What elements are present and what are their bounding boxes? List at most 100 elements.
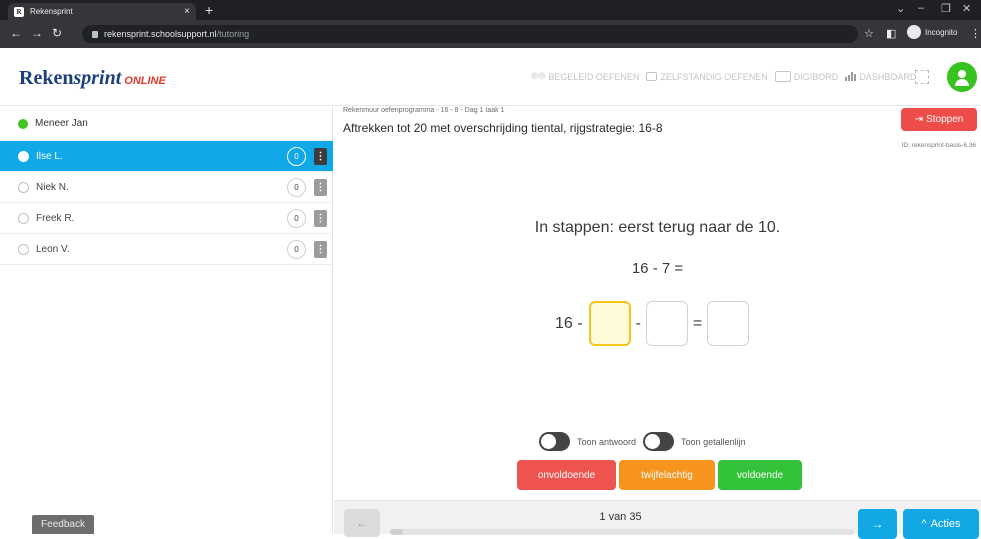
forward-icon[interactable]: → (31, 26, 43, 40)
student-name: Freek R. (36, 212, 75, 224)
progress-fill (390, 529, 404, 535)
laptop-icon (646, 72, 658, 81)
bookmark-star-icon[interactable]: ☆ (864, 27, 874, 40)
student-row-ilse[interactable]: Ilse L. 0 ⋮ (0, 141, 333, 172)
toggle-show-numberline-label: Toon getallenlijn (681, 436, 746, 447)
exercise-footer: ← 1 van 35 → ^ Acties (334, 500, 981, 539)
nav-zelfstandig-oefenen[interactable]: ZELFSTANDIG OEFENEN (646, 71, 768, 82)
incognito-indicator[interactable]: Incognito (907, 25, 957, 39)
close-window-icon[interactable]: ✕ (962, 2, 971, 15)
minimize-icon[interactable]: – (918, 2, 924, 14)
student-count-badge: 0 (287, 208, 306, 228)
rate-twijfelachtig-button[interactable]: twijfelachtig (619, 460, 715, 490)
student-menu-icon[interactable]: ⋮ (314, 147, 327, 165)
problem-text: 16 - 7 = (631, 260, 684, 277)
toggle-row: Toon antwoord Toon getallenlijn (539, 432, 746, 451)
rating-buttons: onvoldoende twijfelachtig voldoende (517, 460, 802, 490)
acties-button[interactable]: ^ Acties (903, 509, 979, 539)
student-name: Niek N. (36, 181, 69, 193)
answer-input-result[interactable] (707, 301, 750, 346)
nav-label: DIGIBORD (793, 71, 839, 82)
student-radio[interactable] (18, 150, 29, 162)
incognito-label: Incognito (925, 27, 958, 37)
browser-toolbar: ← → ↻ rekensprint.schoolsupport.nl/tutor… (0, 20, 981, 48)
logo-text-sprint: sprint (73, 67, 122, 89)
rekensprint-favicon-icon: R (14, 6, 24, 17)
top-nav: ⦾⦾ BEGELEID OEFENEN ZELFSTANDIG OEFENEN … (531, 71, 916, 82)
user-icon-body (955, 79, 969, 86)
address-bar[interactable]: rekensprint.schoolsupport.nl/tutoring (82, 25, 858, 43)
new-tab-button[interactable]: + (205, 3, 213, 17)
guided-practice-icon: ⦾⦾ (531, 71, 546, 81)
student-row-freek[interactable]: Freek R. 0 ⋮ (0, 203, 333, 234)
student-count-badge: 0 (287, 239, 306, 259)
logo-text-main: Reken (19, 67, 74, 89)
teacher-row[interactable]: Meneer Jan (0, 107, 333, 141)
student-count-badge: 0 (287, 177, 306, 197)
student-sidebar: Meneer Jan Ilse L. 0 ⋮ Niek N. 0 ⋮ Freek… (0, 107, 333, 534)
nav-digibord[interactable]: DIGIBORD (774, 71, 839, 82)
toggle-show-numberline[interactable] (643, 432, 675, 451)
browser-menu-icon[interactable]: ⋮ (970, 27, 981, 40)
url-host: rekensprint.schoolsupport.nl (104, 29, 217, 39)
equation-row: 16 - - = (555, 301, 750, 346)
back-icon[interactable]: ← (10, 26, 22, 40)
nav-label: ZELFSTANDIG OEFENEN (660, 71, 768, 82)
student-menu-icon[interactable]: ⋮ (314, 209, 327, 227)
equation-start: 16 - (555, 314, 583, 332)
rekensprint-logo[interactable]: Rekensprint ONLINE (19, 67, 166, 90)
student-menu-icon[interactable]: ⋮ (314, 240, 327, 258)
reload-icon[interactable]: ↻ (52, 26, 62, 40)
progress-bar (390, 529, 854, 535)
nav-label: DASHBOARD (859, 71, 917, 82)
feedback-button[interactable]: Feedback (32, 515, 94, 534)
toggle-show-answer-label: Toon antwoord (577, 436, 637, 447)
stop-label: Stoppen (926, 114, 964, 125)
chevron-up-icon: ^ (921, 518, 927, 530)
browser-tab-bar: R Rekensprint × + ⌄ – ❐ ✕ (0, 0, 981, 20)
equation-operator-minus: - (635, 314, 641, 332)
lesson-title: Aftrekken tot 20 met overschrijding tien… (343, 121, 663, 135)
nav-label: BEGELEID OEFENEN (548, 71, 640, 82)
exercise-id: ID: rekensprint-basis-6.36 (901, 142, 976, 149)
exercise-panel: Rekenmuur oefenprogramma - 16 - 8 - Dag … (334, 107, 981, 539)
student-name: Leon V. (36, 243, 70, 255)
student-menu-icon[interactable]: ⋮ (314, 178, 327, 196)
restore-icon[interactable]: ❐ (941, 2, 951, 15)
breadcrumb: Rekenmuur oefenprogramma - 16 - 8 - Dag … (343, 107, 505, 114)
student-row-niek[interactable]: Niek N. 0 ⋮ (0, 172, 333, 203)
student-radio[interactable] (18, 243, 29, 255)
user-icon-head (958, 70, 966, 78)
answer-input-2[interactable] (645, 301, 688, 346)
stop-button[interactable]: ⇥ Stoppen (901, 108, 977, 131)
rate-onvoldoende-button[interactable]: onvoldoende (517, 460, 616, 490)
side-panel-icon[interactable]: ◧ (886, 27, 896, 40)
logo-text-online: ONLINE (124, 75, 166, 87)
exit-icon: ⇥ (914, 114, 924, 125)
tab-title: Rekensprint (30, 7, 73, 16)
tab-search-icon[interactable]: ⌄ (896, 2, 905, 15)
student-radio[interactable] (18, 181, 29, 193)
tab-close-icon[interactable]: × (184, 6, 190, 17)
fullscreen-icon[interactable] (915, 70, 929, 84)
browser-tab[interactable]: R Rekensprint × (8, 3, 196, 20)
answer-input-1[interactable] (588, 301, 631, 346)
student-count-badge: 0 (287, 146, 306, 166)
next-button[interactable]: → (858, 509, 897, 539)
user-avatar-button[interactable] (947, 62, 977, 92)
acties-label: Acties (930, 518, 961, 530)
online-status-icon (18, 118, 28, 129)
student-row-leon[interactable]: Leon V. 0 ⋮ (0, 234, 333, 265)
toggle-show-answer[interactable] (539, 432, 570, 451)
page-indicator: 1 van 35 (599, 511, 642, 523)
rate-voldoende-button[interactable]: voldoende (718, 460, 802, 490)
student-radio[interactable] (18, 212, 29, 224)
toggle-knob (541, 434, 556, 449)
nav-begeleid-oefenen[interactable]: ⦾⦾ BEGELEID OEFENEN (531, 71, 639, 82)
nav-dashboard[interactable]: DASHBOARD (845, 72, 916, 82)
instruction-text: In stappen: eerst terug naar de 10. (534, 219, 781, 236)
incognito-icon (907, 25, 921, 39)
toggle-knob (645, 434, 661, 449)
teacher-name: Meneer Jan (35, 118, 88, 129)
lock-icon (92, 30, 98, 38)
